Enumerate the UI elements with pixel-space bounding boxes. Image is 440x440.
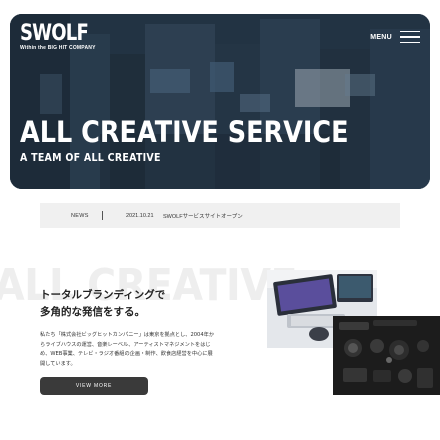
menu-button[interactable]: MENU	[370, 31, 420, 43]
news-label: NEWS	[71, 212, 89, 219]
about-heading: トータルブランディングで 多角的な発信をする。	[40, 287, 165, 321]
logo-wordmark: SWOLF	[20, 21, 89, 46]
about-body-line: 開しています。	[40, 360, 76, 367]
about-body: 私たち「株式会社ビッグヒットカンパニー」は東京を拠点とし、2004年か らライブ…	[40, 331, 230, 369]
news-divider	[102, 211, 103, 220]
camera-gear-photo	[333, 316, 440, 395]
news-bar[interactable]: NEWS 2021.10.21 SWOLFサービスサイトオープン	[40, 203, 400, 228]
hero-banner: SWOLF Within the BIG HIT COMPANY MENU AL…	[10, 14, 430, 189]
about-body-line: らライブハウスの運営、音楽レーベル、アーティストマネジメントをはじ	[40, 341, 211, 348]
hero-title: ALL CREATIVE SERVICE	[20, 115, 349, 149]
about-heading-line: トータルブランディングで	[40, 289, 166, 301]
news-date: 2021.10.21	[126, 212, 154, 219]
about-body-line: め、WEB事業、テレビ・ラジオ番組の企画・制作、飲食店経営を中心に展	[40, 351, 213, 358]
about-heading-line: 多角的な発信をする。	[40, 306, 145, 318]
hero-subtitle: A TEAM OF ALL CREATIVE	[20, 151, 161, 164]
swolf-logo[interactable]: SWOLF Within the BIG HIT COMPANY	[20, 21, 103, 52]
view-more-button[interactable]: VIEW MORE	[40, 377, 148, 395]
news-headline: SWOLFサービスサイトオープン	[163, 213, 243, 220]
hamburger-icon	[400, 31, 420, 43]
about-body-line: 私たち「株式会社ビッグヒットカンパニー」は東京を拠点とし、2004年か	[40, 332, 215, 338]
menu-label: MENU	[370, 33, 392, 41]
